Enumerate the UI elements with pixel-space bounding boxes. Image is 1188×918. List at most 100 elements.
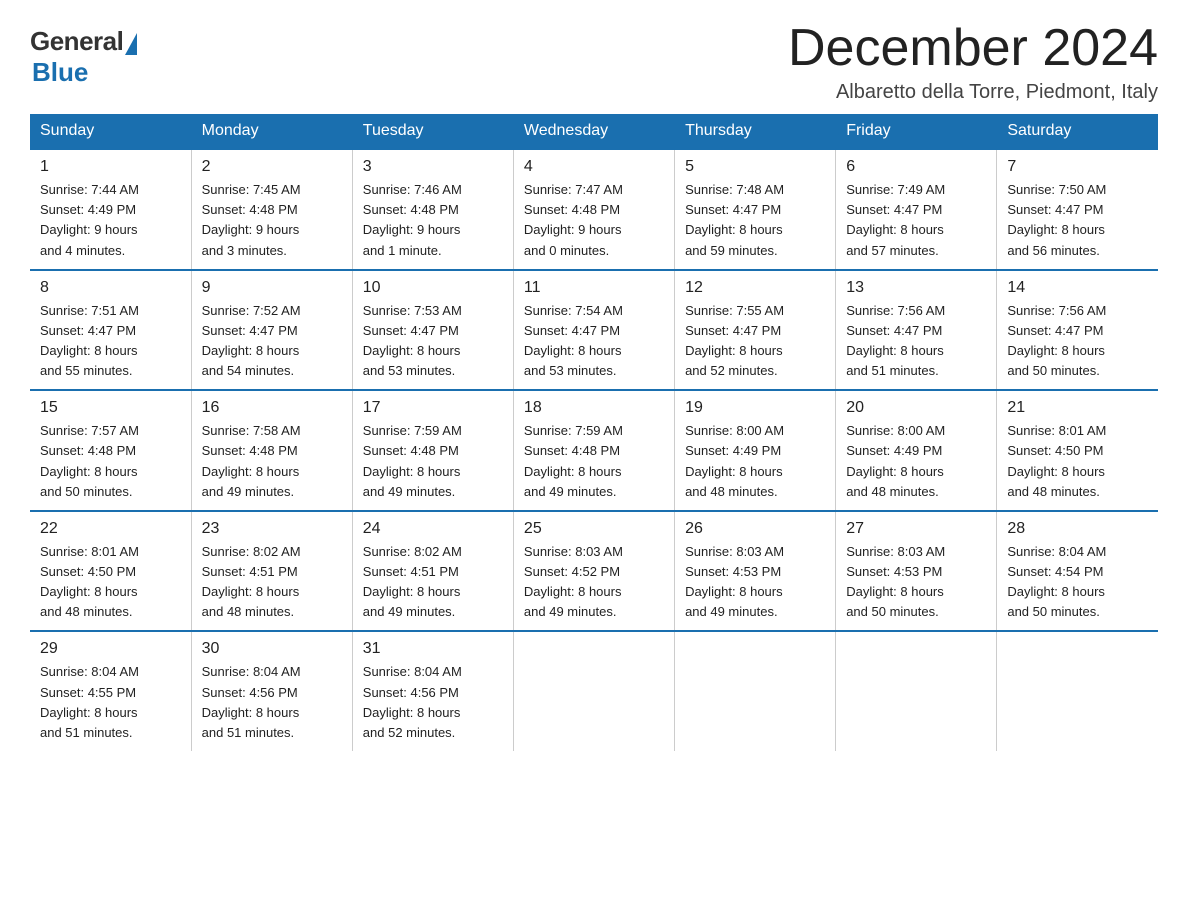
day-info: Sunrise: 8:04 AM Sunset: 4:54 PM Dayligh… bbox=[1007, 542, 1148, 623]
calendar-day-cell: 26 Sunrise: 8:03 AM Sunset: 4:53 PM Dayli… bbox=[675, 511, 836, 632]
calendar-day-header: Monday bbox=[191, 114, 352, 149]
month-title: December 2024 bbox=[788, 20, 1158, 77]
logo-general-text: General bbox=[30, 26, 123, 57]
day-number: 3 bbox=[363, 158, 503, 176]
day-info: Sunrise: 7:57 AM Sunset: 4:48 PM Dayligh… bbox=[40, 421, 181, 502]
calendar-day-header: Friday bbox=[836, 114, 997, 149]
day-number: 7 bbox=[1007, 158, 1148, 176]
title-block: December 2024 Albaretto della Torre, Pie… bbox=[788, 20, 1158, 104]
calendar-day-cell: 8 Sunrise: 7:51 AM Sunset: 4:47 PM Daylig… bbox=[30, 270, 191, 391]
page-header: General Blue December 2024 Albaretto del… bbox=[30, 20, 1158, 104]
calendar-day-header: Sunday bbox=[30, 114, 191, 149]
calendar-day-cell: 14 Sunrise: 7:56 AM Sunset: 4:47 PM Dayli… bbox=[997, 270, 1158, 391]
calendar-day-cell: 24 Sunrise: 8:02 AM Sunset: 4:51 PM Dayli… bbox=[352, 511, 513, 632]
day-number: 14 bbox=[1007, 279, 1148, 297]
calendar-day-header: Saturday bbox=[997, 114, 1158, 149]
calendar-day-cell: 23 Sunrise: 8:02 AM Sunset: 4:51 PM Dayli… bbox=[191, 511, 352, 632]
day-info: Sunrise: 7:50 AM Sunset: 4:47 PM Dayligh… bbox=[1007, 180, 1148, 261]
calendar-day-cell: 30 Sunrise: 8:04 AM Sunset: 4:56 PM Dayli… bbox=[191, 631, 352, 751]
day-number: 13 bbox=[846, 279, 986, 297]
location: Albaretto della Torre, Piedmont, Italy bbox=[788, 81, 1158, 104]
day-number: 17 bbox=[363, 399, 503, 417]
calendar-header-row: SundayMondayTuesdayWednesdayThursdayFrid… bbox=[30, 114, 1158, 149]
day-number: 22 bbox=[40, 520, 181, 538]
day-number: 30 bbox=[202, 640, 342, 658]
day-number: 15 bbox=[40, 399, 181, 417]
day-info: Sunrise: 8:00 AM Sunset: 4:49 PM Dayligh… bbox=[846, 421, 986, 502]
calendar-day-header: Wednesday bbox=[513, 114, 674, 149]
day-info: Sunrise: 8:00 AM Sunset: 4:49 PM Dayligh… bbox=[685, 421, 825, 502]
calendar-day-cell: 3 Sunrise: 7:46 AM Sunset: 4:48 PM Daylig… bbox=[352, 149, 513, 270]
day-number: 29 bbox=[40, 640, 181, 658]
day-info: Sunrise: 7:54 AM Sunset: 4:47 PM Dayligh… bbox=[524, 301, 664, 382]
calendar-day-cell: 10 Sunrise: 7:53 AM Sunset: 4:47 PM Dayli… bbox=[352, 270, 513, 391]
calendar-day-cell: 29 Sunrise: 8:04 AM Sunset: 4:55 PM Dayli… bbox=[30, 631, 191, 751]
day-info: Sunrise: 7:53 AM Sunset: 4:47 PM Dayligh… bbox=[363, 301, 503, 382]
calendar-day-cell: 15 Sunrise: 7:57 AM Sunset: 4:48 PM Dayli… bbox=[30, 390, 191, 511]
day-number: 11 bbox=[524, 279, 664, 297]
day-info: Sunrise: 7:46 AM Sunset: 4:48 PM Dayligh… bbox=[363, 180, 503, 261]
day-info: Sunrise: 8:04 AM Sunset: 4:56 PM Dayligh… bbox=[363, 662, 503, 743]
day-info: Sunrise: 7:58 AM Sunset: 4:48 PM Dayligh… bbox=[202, 421, 342, 502]
day-info: Sunrise: 8:04 AM Sunset: 4:56 PM Dayligh… bbox=[202, 662, 342, 743]
calendar-day-cell: 5Sunrise: 7:48 AM Sunset: 4:47 PM Daylig… bbox=[675, 149, 836, 270]
day-number: 27 bbox=[846, 520, 986, 538]
calendar-day-cell: 9Sunrise: 7:52 AM Sunset: 4:47 PM Daylig… bbox=[191, 270, 352, 391]
calendar-week-row: 29 Sunrise: 8:04 AM Sunset: 4:55 PM Dayli… bbox=[30, 631, 1158, 751]
calendar-day-cell bbox=[675, 631, 836, 751]
day-number: 9 bbox=[202, 279, 342, 297]
calendar-day-header: Thursday bbox=[675, 114, 836, 149]
day-number: 25 bbox=[524, 520, 664, 538]
day-number: 26 bbox=[685, 520, 825, 538]
day-number: 19 bbox=[685, 399, 825, 417]
calendar-body: 1 Sunrise: 7:44 AM Sunset: 4:49 PM Daylig… bbox=[30, 149, 1158, 751]
day-number: 10 bbox=[363, 279, 503, 297]
calendar-header: SundayMondayTuesdayWednesdayThursdayFrid… bbox=[30, 114, 1158, 149]
day-number: 16 bbox=[202, 399, 342, 417]
day-info: Sunrise: 7:49 AM Sunset: 4:47 PM Dayligh… bbox=[846, 180, 986, 261]
logo-blue-text: Blue bbox=[32, 57, 88, 88]
day-info: Sunrise: 8:03 AM Sunset: 4:53 PM Dayligh… bbox=[685, 542, 825, 623]
day-info: Sunrise: 7:44 AM Sunset: 4:49 PM Dayligh… bbox=[40, 180, 181, 261]
day-info: Sunrise: 7:56 AM Sunset: 4:47 PM Dayligh… bbox=[846, 301, 986, 382]
calendar-day-cell: 19 Sunrise: 8:00 AM Sunset: 4:49 PM Dayli… bbox=[675, 390, 836, 511]
calendar-day-cell: 12Sunrise: 7:55 AM Sunset: 4:47 PM Dayli… bbox=[675, 270, 836, 391]
day-number: 28 bbox=[1007, 520, 1148, 538]
day-info: Sunrise: 7:47 AM Sunset: 4:48 PM Dayligh… bbox=[524, 180, 664, 261]
calendar-week-row: 15 Sunrise: 7:57 AM Sunset: 4:48 PM Dayli… bbox=[30, 390, 1158, 511]
calendar-day-cell: 2Sunrise: 7:45 AM Sunset: 4:48 PM Daylig… bbox=[191, 149, 352, 270]
calendar-day-cell: 27 Sunrise: 8:03 AM Sunset: 4:53 PM Dayli… bbox=[836, 511, 997, 632]
day-number: 6 bbox=[846, 158, 986, 176]
calendar-day-cell: 4Sunrise: 7:47 AM Sunset: 4:48 PM Daylig… bbox=[513, 149, 674, 270]
calendar-day-cell bbox=[836, 631, 997, 751]
day-info: Sunrise: 7:55 AM Sunset: 4:47 PM Dayligh… bbox=[685, 301, 825, 382]
calendar-day-header: Tuesday bbox=[352, 114, 513, 149]
calendar-table: SundayMondayTuesdayWednesdayThursdayFrid… bbox=[30, 114, 1158, 751]
day-number: 21 bbox=[1007, 399, 1148, 417]
day-info: Sunrise: 8:03 AM Sunset: 4:53 PM Dayligh… bbox=[846, 542, 986, 623]
day-info: Sunrise: 8:02 AM Sunset: 4:51 PM Dayligh… bbox=[202, 542, 342, 623]
day-number: 2 bbox=[202, 158, 342, 176]
day-info: Sunrise: 7:48 AM Sunset: 4:47 PM Dayligh… bbox=[685, 180, 825, 261]
day-number: 31 bbox=[363, 640, 503, 658]
logo: General Blue bbox=[30, 26, 137, 88]
day-info: Sunrise: 7:51 AM Sunset: 4:47 PM Dayligh… bbox=[40, 301, 181, 382]
day-number: 1 bbox=[40, 158, 181, 176]
day-number: 24 bbox=[363, 520, 503, 538]
calendar-day-cell bbox=[997, 631, 1158, 751]
day-info: Sunrise: 7:56 AM Sunset: 4:47 PM Dayligh… bbox=[1007, 301, 1148, 382]
day-number: 8 bbox=[40, 279, 181, 297]
day-info: Sunrise: 8:02 AM Sunset: 4:51 PM Dayligh… bbox=[363, 542, 503, 623]
calendar-day-cell: 25 Sunrise: 8:03 AM Sunset: 4:52 PM Dayli… bbox=[513, 511, 674, 632]
day-info: Sunrise: 8:03 AM Sunset: 4:52 PM Dayligh… bbox=[524, 542, 664, 623]
calendar-day-cell: 31 Sunrise: 8:04 AM Sunset: 4:56 PM Dayli… bbox=[352, 631, 513, 751]
calendar-day-cell: 22Sunrise: 8:01 AM Sunset: 4:50 PM Dayli… bbox=[30, 511, 191, 632]
day-info: Sunrise: 7:59 AM Sunset: 4:48 PM Dayligh… bbox=[524, 421, 664, 502]
day-number: 18 bbox=[524, 399, 664, 417]
calendar-day-cell: 7 Sunrise: 7:50 AM Sunset: 4:47 PM Daylig… bbox=[997, 149, 1158, 270]
calendar-week-row: 1 Sunrise: 7:44 AM Sunset: 4:49 PM Daylig… bbox=[30, 149, 1158, 270]
day-number: 23 bbox=[202, 520, 342, 538]
day-info: Sunrise: 8:04 AM Sunset: 4:55 PM Dayligh… bbox=[40, 662, 181, 743]
calendar-day-cell: 21Sunrise: 8:01 AM Sunset: 4:50 PM Dayli… bbox=[997, 390, 1158, 511]
calendar-day-cell: 28 Sunrise: 8:04 AM Sunset: 4:54 PM Dayli… bbox=[997, 511, 1158, 632]
